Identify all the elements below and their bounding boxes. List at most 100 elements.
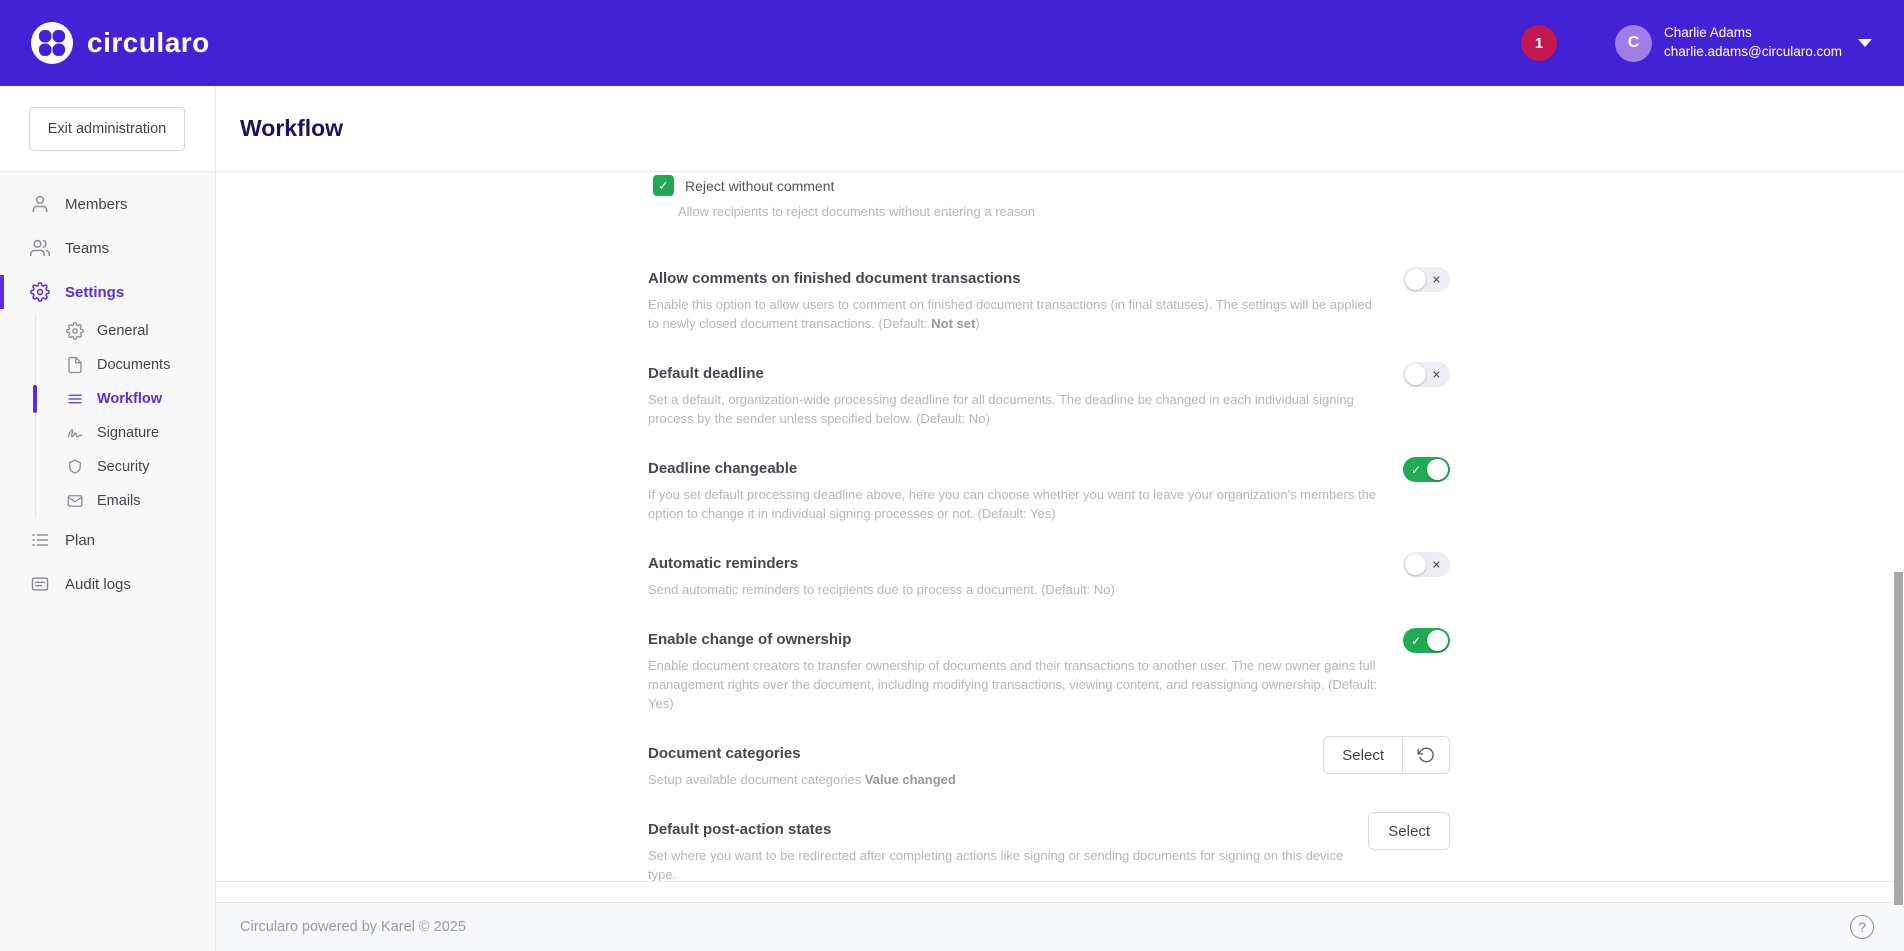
sidebar-item-label: Documents — [97, 357, 170, 373]
setting-row: Automatic reminders Send automatic remin… — [648, 554, 1450, 599]
header-right: 1 C Charlie Adams charlie.adams@circular… — [1521, 24, 1872, 62]
exit-administration-button[interactable]: Exit administration — [29, 107, 185, 151]
sidebar-item-label: Security — [97, 459, 149, 475]
toggle-off[interactable]: ✕ — [1403, 267, 1450, 292]
setting-title: Automatic reminders — [648, 554, 1115, 573]
setting-description: Set a default, organization-wide process… — [648, 390, 1383, 428]
setting-description: Set where you want to be redirected afte… — [648, 846, 1348, 884]
settings-content: ✓ Reject without comment Allow recipient… — [216, 172, 1904, 902]
brand-name: circularo — [87, 27, 210, 59]
circularo-logo-icon — [30, 21, 74, 65]
emails-icon — [66, 492, 84, 510]
chevron-down-icon[interactable] — [1858, 39, 1872, 47]
documents-icon — [66, 356, 84, 374]
general-icon — [66, 322, 84, 340]
setting-control: ✕ — [1403, 554, 1450, 599]
sidebar-item-settings[interactable]: Settings — [0, 270, 215, 314]
setting-control: ✓ — [1403, 459, 1450, 523]
sidebar-item-emails[interactable]: Emails — [0, 484, 215, 518]
select-button[interactable]: Select — [1368, 812, 1450, 850]
toggle-knob — [1405, 269, 1426, 290]
setting-row: Deadline changeable If you set default p… — [648, 459, 1450, 523]
security-icon — [66, 458, 84, 476]
notification-badge[interactable]: 1 — [1521, 25, 1557, 61]
check-icon: ✓ — [1411, 634, 1421, 648]
user-name: Charlie Adams — [1664, 24, 1842, 43]
user-info[interactable]: Charlie Adams charlie.adams@circularo.co… — [1664, 24, 1842, 62]
settings-list: Allow comments on finished document tran… — [648, 269, 1450, 884]
setting-row: Default deadline Set a default, organiza… — [648, 364, 1450, 428]
toggle-knob — [1427, 459, 1448, 480]
sidebar-item-label: Audit logs — [65, 576, 131, 593]
checkbox-checked[interactable]: ✓ — [653, 175, 674, 196]
sidebar: Exit administration Members Teams Settin… — [0, 86, 216, 951]
x-icon: ✕ — [1432, 558, 1441, 571]
setting-title: Enable change of ownership — [648, 630, 1383, 649]
sidebar-item-label: Settings — [65, 284, 124, 301]
sidebar-item-label: General — [97, 323, 149, 339]
reject-without-comment-option: ✓ Reject without comment — [653, 175, 1904, 196]
toggle-on[interactable]: ✓ — [1403, 457, 1450, 482]
setting-title: Allow comments on finished document tran… — [648, 269, 1383, 288]
checkbox-label: Reject without comment — [685, 178, 834, 194]
sidebar-item-audit-logs[interactable]: Audit logs — [0, 562, 215, 606]
setting-row: Enable change of ownership Enable docume… — [648, 630, 1450, 713]
select-undo-button-group: Select — [1323, 736, 1450, 774]
user-email: charlie.adams@circularo.com — [1664, 43, 1842, 62]
audit-logs-icon — [30, 574, 50, 594]
x-icon: ✕ — [1432, 273, 1441, 286]
sidebar-nav: Members Teams Settings General Documents… — [0, 172, 215, 606]
setting-description: Send automatic reminders to recipients d… — [648, 580, 1115, 599]
setting-control: Select — [1368, 820, 1450, 884]
avatar[interactable]: C — [1615, 25, 1652, 62]
setting-row: Document categories Setup available docu… — [648, 744, 1450, 789]
app-footer: Circularo powered by Karel © 2025 ? — [216, 902, 1904, 951]
toggle-knob — [1405, 554, 1426, 575]
sidebar-item-plan[interactable]: Plan — [0, 518, 215, 562]
sidebar-item-members[interactable]: Members — [0, 182, 215, 226]
sidebar-item-documents[interactable]: Documents — [0, 348, 215, 382]
sidebar-item-signature[interactable]: Signature — [0, 416, 215, 450]
setting-control: Select — [1323, 744, 1450, 789]
setting-title: Default deadline — [648, 364, 1383, 383]
setting-title: Deadline changeable — [648, 459, 1383, 478]
plan-icon — [30, 530, 50, 550]
sidebar-item-security[interactable]: Security — [0, 450, 215, 484]
sidebar-item-workflow[interactable]: Workflow — [0, 382, 215, 416]
setting-row: Allow comments on finished document tran… — [648, 269, 1450, 333]
help-icon[interactable]: ? — [1850, 915, 1874, 939]
setting-title: Default post-action states — [648, 820, 1348, 839]
setting-description: Enable document creators to transfer own… — [648, 656, 1383, 713]
sidebar-top: Exit administration — [0, 86, 215, 172]
select-button[interactable]: Select — [1324, 737, 1403, 773]
toggle-on[interactable]: ✓ — [1403, 628, 1450, 653]
toggle-knob — [1405, 364, 1426, 385]
members-icon — [30, 194, 50, 214]
workflow-icon — [66, 390, 84, 408]
sidebar-item-label: Plan — [65, 532, 95, 549]
page-header: Workflow — [216, 86, 1904, 172]
sidebar-item-teams[interactable]: Teams — [0, 226, 215, 270]
sidebar-item-label: Workflow — [97, 391, 162, 407]
sidebar-item-general[interactable]: General — [0, 314, 215, 348]
signature-icon — [66, 424, 84, 442]
setting-control: ✓ — [1403, 630, 1450, 713]
sidebar-item-label: Emails — [97, 493, 141, 509]
teams-icon — [30, 238, 50, 258]
setting-control: ✕ — [1403, 269, 1450, 333]
sidebar-item-label: Members — [65, 196, 128, 213]
brand[interactable]: circularo — [30, 21, 210, 65]
setting-description: Setup available document categories Valu… — [648, 770, 956, 789]
scrollbar-thumb[interactable] — [1894, 572, 1903, 905]
sidebar-item-label: Teams — [65, 240, 109, 257]
setting-control: ✕ — [1403, 364, 1450, 428]
setting-row: Default post-action states Set where you… — [648, 820, 1450, 884]
undo-icon[interactable] — [1403, 737, 1449, 773]
setting-description: If you set default processing deadline a… — [648, 485, 1383, 523]
app-header: circularo 1 C Charlie Adams charlie.adam… — [0, 0, 1904, 86]
toggle-off[interactable]: ✕ — [1403, 362, 1450, 387]
toggle-off[interactable]: ✕ — [1403, 552, 1450, 577]
toggle-knob — [1427, 630, 1448, 651]
settings-icon — [30, 282, 50, 302]
main-panel: Workflow ✓ Reject without comment Allow … — [216, 86, 1904, 951]
